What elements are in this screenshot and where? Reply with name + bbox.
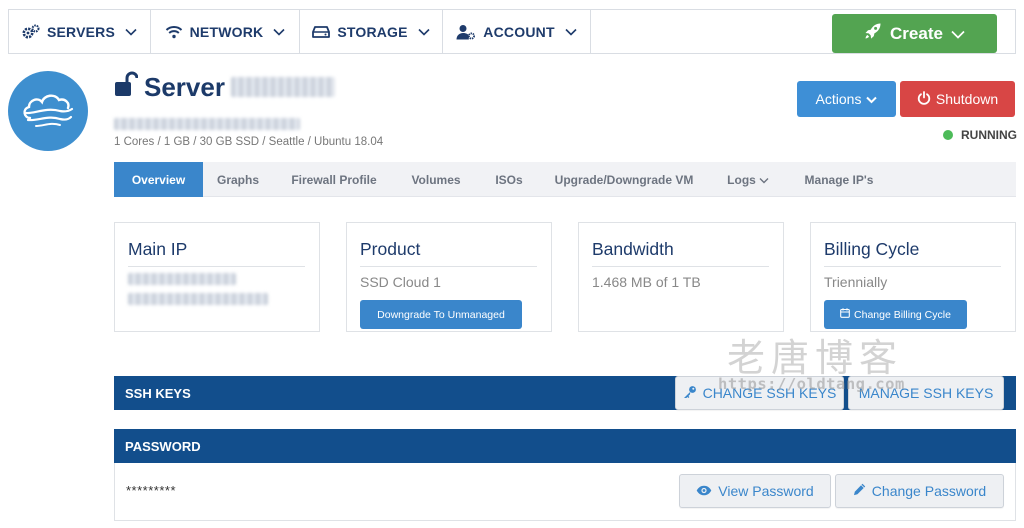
power-icon	[917, 90, 931, 108]
cloud-logo	[8, 71, 88, 151]
nav-account-label: ACCOUNT	[483, 23, 555, 40]
change-billing-label: Change Billing Cycle	[854, 308, 951, 321]
watermark-url: https://oldtang.com	[718, 375, 905, 393]
unlock-icon	[114, 71, 139, 104]
password-title: PASSWORD	[125, 438, 201, 454]
server-name: Server	[144, 71, 225, 102]
downgrade-unmanaged-button[interactable]: Downgrade To Unmanaged	[360, 300, 522, 329]
tab-firewall-profile[interactable]: Firewall Profile	[273, 162, 395, 197]
nav-network-label: NETWORK	[189, 23, 264, 40]
nav-servers-label: SERVERS	[46, 23, 116, 40]
divider	[360, 266, 537, 267]
tab-bar: Overview Graphs Firewall Profile Volumes…	[114, 162, 1016, 197]
server-specs: 1 Cores / 1 GB / 30 GB SSD / Seattle / U…	[114, 136, 384, 148]
calendar-icon	[840, 308, 850, 321]
shutdown-label: Shutdown	[935, 91, 999, 107]
chevron-down-icon	[951, 24, 965, 44]
tab-manage-ips[interactable]: Manage IP's	[789, 162, 889, 197]
shutdown-button[interactable]: Shutdown	[900, 81, 1015, 117]
tab-upgrade-downgrade[interactable]: Upgrade/Downgrade VM	[541, 162, 707, 197]
redacted-ip-line	[128, 273, 236, 285]
key-icon	[683, 385, 697, 402]
product-value: SSD Cloud 1	[360, 274, 441, 290]
chevron-down-icon	[418, 28, 430, 36]
tab-volumes-label: Volumes	[411, 172, 461, 187]
card-product: Product SSD Cloud 1 Downgrade To Unmanag…	[346, 222, 552, 332]
tab-manage-ips-label: Manage IP's	[804, 172, 874, 187]
server-title: Server	[114, 70, 335, 104]
tab-overview[interactable]: Overview	[114, 162, 203, 197]
redacted-hostname	[114, 118, 300, 130]
status-badge: RUNNING	[943, 128, 1017, 142]
masked-password: *********	[126, 483, 177, 498]
view-password-label: View Password	[718, 483, 814, 499]
redacted-server-id	[230, 77, 335, 97]
nav-network[interactable]: NETWORK	[151, 10, 300, 53]
card-billing-title: Billing Cycle	[824, 239, 920, 259]
tab-volumes[interactable]: Volumes	[395, 162, 477, 197]
nav-storage-label: STORAGE	[337, 23, 408, 40]
actions-label: Actions	[815, 91, 862, 107]
status-text: RUNNING	[961, 128, 1017, 142]
card-bandwidth: Bandwidth 1.468 MB of 1 TB	[578, 222, 784, 332]
chevron-down-icon	[866, 91, 878, 107]
cloud-icon	[20, 88, 76, 135]
card-main-ip: Main IP	[114, 222, 320, 332]
chevron-down-icon	[125, 28, 137, 36]
create-label: Create	[890, 23, 943, 43]
user-gear-icon	[456, 24, 476, 40]
tab-logs-label: Logs	[727, 172, 756, 187]
bandwidth-value: 1.468 MB of 1 TB	[592, 274, 701, 290]
rocket-icon	[864, 22, 882, 45]
nav-account[interactable]: ACCOUNT	[443, 10, 591, 53]
chevron-down-icon	[759, 173, 769, 187]
tab-overview-label: Overview	[131, 172, 186, 187]
tab-graphs-label: Graphs	[216, 172, 259, 187]
view-password-button[interactable]: View Password	[679, 474, 831, 508]
card-main-ip-title: Main IP	[128, 239, 188, 259]
card-billing-cycle: Billing Cycle Triennially Change Billing…	[810, 222, 1016, 332]
password-bar: PASSWORD	[114, 429, 1016, 463]
wifi-icon	[165, 25, 183, 39]
change-password-button[interactable]: Change Password	[835, 474, 1004, 508]
status-dot-icon	[943, 130, 953, 140]
tab-isos[interactable]: ISOs	[477, 162, 541, 197]
billing-value: Triennially	[824, 274, 888, 290]
tab-logs[interactable]: Logs	[707, 162, 789, 197]
change-password-label: Change Password	[871, 483, 987, 499]
hdd-icon	[312, 25, 331, 38]
nav-storage[interactable]: STORAGE	[300, 10, 443, 53]
card-product-title: Product	[360, 239, 421, 259]
tab-graphs[interactable]: Graphs	[203, 162, 273, 197]
downgrade-label: Downgrade To Unmanaged	[377, 308, 505, 321]
divider	[128, 266, 305, 267]
tab-upgrade-downgrade-label: Upgrade/Downgrade VM	[554, 172, 694, 187]
chevron-down-icon	[565, 28, 577, 36]
chevron-down-icon	[273, 28, 285, 36]
redacted-ip-line	[128, 293, 268, 305]
watermark-text: 老唐博客	[727, 336, 904, 380]
ssh-keys-title: SSH KEYS	[125, 385, 191, 401]
gears-icon	[22, 24, 40, 40]
tab-isos-label: ISOs	[495, 172, 523, 187]
divider	[824, 266, 1001, 267]
create-button[interactable]: Create	[832, 14, 997, 53]
pencil-icon	[853, 483, 866, 499]
divider	[592, 266, 769, 267]
eye-icon	[696, 483, 712, 499]
tab-firewall-profile-label: Firewall Profile	[291, 172, 377, 187]
change-billing-cycle-button[interactable]: Change Billing Cycle	[824, 300, 967, 329]
card-bandwidth-title: Bandwidth	[592, 239, 674, 259]
nav-servers[interactable]: SERVERS	[9, 10, 151, 53]
actions-button[interactable]: Actions	[797, 81, 896, 117]
